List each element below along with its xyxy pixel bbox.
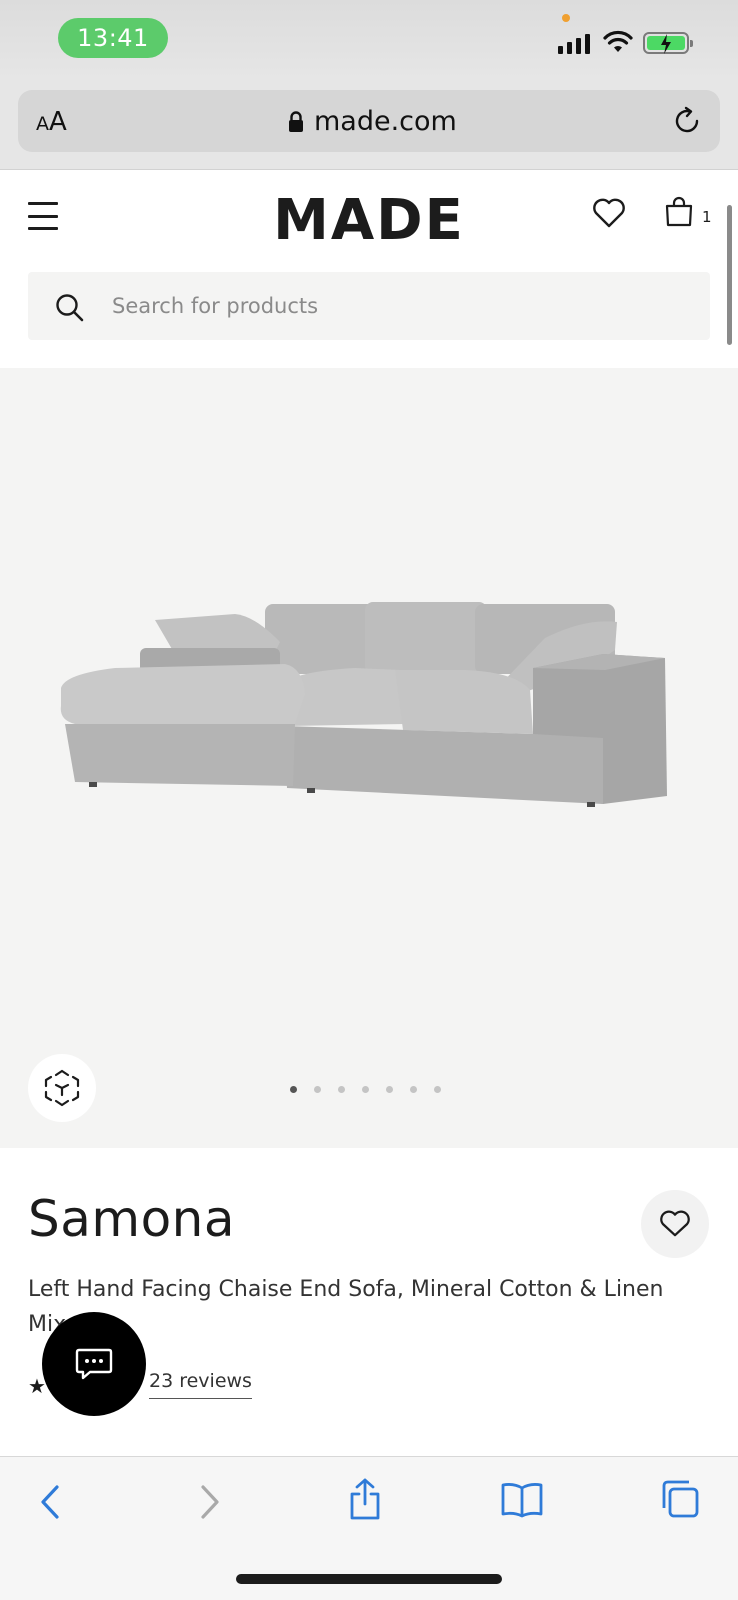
gallery-dot[interactable] [386,1086,393,1093]
browser-address-area: AA made.com [0,80,738,170]
page: 13:41 AA made.com MADE 1 Search for prod… [0,0,738,1600]
heart-icon [660,1210,690,1237]
bag-icon[interactable] [664,196,694,228]
reload-icon[interactable] [672,106,702,136]
url-display[interactable]: made.com [288,106,457,137]
back-icon[interactable] [38,1483,62,1521]
heart-icon[interactable] [592,198,626,228]
product-gallery[interactable] [0,368,738,1148]
status-bar: 13:41 [0,0,738,80]
ar-cube-icon [44,1069,80,1107]
text-size-button[interactable]: AA [36,107,67,137]
status-time[interactable]: 13:41 [58,18,168,58]
gallery-dot[interactable] [362,1086,369,1093]
site-header: MADE 1 [0,170,738,368]
lock-icon [289,110,303,132]
url-text: made.com [314,106,457,137]
chat-button[interactable] [42,1312,146,1416]
gallery-dot[interactable] [290,1086,297,1093]
gallery-pagination[interactable] [290,1086,441,1093]
product-image [60,602,667,807]
ar-view-button[interactable] [28,1054,96,1122]
address-bar[interactable]: AA made.com [18,90,720,152]
site-logo[interactable]: MADE [0,188,738,253]
gallery-dot[interactable] [410,1086,417,1093]
battery-icon [643,32,693,54]
gallery-dot[interactable] [314,1086,321,1093]
search-icon [56,294,84,322]
product-title: Samona [28,1190,236,1248]
reviews-link[interactable]: 23 reviews [149,1370,252,1399]
share-icon[interactable] [347,1477,383,1521]
home-indicator[interactable] [236,1574,502,1584]
forward-icon[interactable] [198,1483,222,1521]
tabs-icon[interactable] [660,1479,700,1519]
gallery-dot[interactable] [434,1086,441,1093]
bag-count-badge: 1 [702,208,712,226]
product-wishlist-button[interactable] [641,1190,709,1258]
wifi-icon [603,30,633,52]
cellular-signal-icon [558,34,590,54]
gallery-dot[interactable] [338,1086,345,1093]
scroll-indicator [727,205,732,345]
search-bar[interactable] [28,272,710,340]
privacy-indicator-dot [562,14,570,22]
chat-icon [75,1348,113,1380]
bookmarks-icon[interactable] [500,1481,544,1519]
search-input[interactable] [112,272,672,340]
